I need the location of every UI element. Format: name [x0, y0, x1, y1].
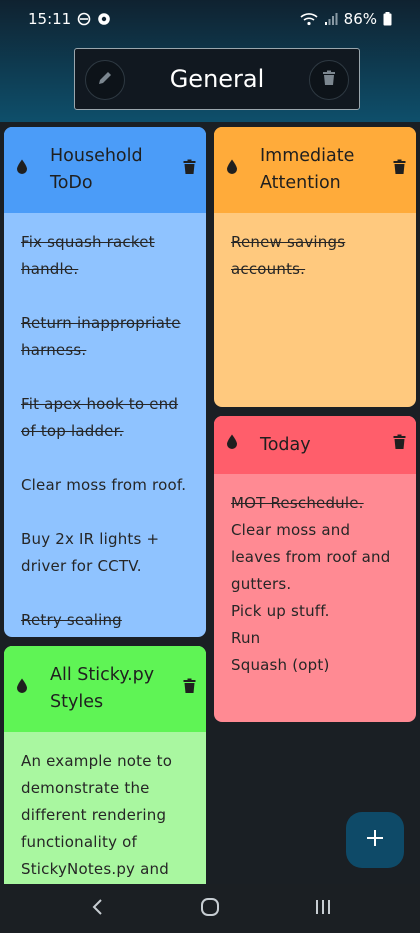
plus-icon	[366, 829, 384, 851]
settings-gear-icon	[97, 12, 111, 26]
battery-icon	[383, 12, 392, 26]
note-title: All Sticky.py Styles	[50, 665, 155, 712]
delete-board-button[interactable]	[309, 60, 349, 100]
note-line: harness.	[21, 341, 87, 359]
note-line: Clear moss from roof.	[21, 476, 187, 494]
note-line: Retry sealing exhaust.	[21, 611, 122, 629]
note-title: Today	[260, 434, 311, 455]
note-line: driver for CCTV.	[21, 557, 142, 575]
note-today[interactable]: Today MOT Reschedule. Clear moss and lea…	[214, 416, 416, 722]
note-line: handle.	[21, 260, 79, 278]
note-line: Buy 2x IR lights +	[21, 530, 160, 548]
note-line: StickyNotes.py and	[21, 860, 169, 878]
trash-icon[interactable]	[393, 157, 406, 184]
trash-icon[interactable]	[183, 676, 196, 703]
drop-icon[interactable]	[226, 157, 238, 184]
notes-board: Household ToDo Fix squash racket handle.…	[0, 122, 420, 884]
board-title-box: General	[74, 48, 360, 110]
note-line: Return inappropriate	[21, 314, 181, 332]
note-line: Squash (opt)	[231, 656, 330, 674]
note-line: Renew savings	[231, 233, 346, 251]
note-header[interactable]: Immediate Attention	[214, 127, 416, 213]
note-line: An example note to	[21, 752, 173, 770]
note-body[interactable]: MOT Reschedule. Clear moss and leaves fr…	[214, 474, 416, 679]
note-line: MOT Reschedule.	[231, 494, 364, 512]
board-title: General	[169, 65, 265, 93]
sync-icon	[77, 12, 91, 26]
note-immediate-attention[interactable]: Immediate Attention Renew savings accoun…	[214, 127, 416, 407]
status-time: 15:11	[28, 10, 72, 28]
trash-icon[interactable]	[183, 157, 196, 184]
note-body[interactable]: An example note to demonstrate the diffe…	[4, 732, 206, 883]
note-body[interactable]: Renew savings accounts.	[214, 213, 416, 283]
note-header[interactable]: Household ToDo	[4, 127, 206, 213]
drop-icon[interactable]	[16, 157, 28, 184]
note-line: accounts.	[231, 260, 306, 278]
note-line: Fix squash racket	[21, 233, 155, 251]
note-line: Clear moss and	[231, 521, 351, 539]
drop-icon[interactable]	[226, 432, 238, 459]
note-line: Fit apex hook to end	[21, 395, 179, 413]
note-header[interactable]: All Sticky.py Styles	[4, 646, 206, 732]
nav-home-button[interactable]	[180, 889, 240, 929]
wifi-icon	[300, 12, 318, 26]
note-line: Pick up stuff.	[231, 602, 330, 620]
note-body[interactable]: Fix squash racket handle. Return inappro…	[4, 213, 206, 637]
note-title: Household ToDo	[50, 146, 143, 193]
back-chevron-icon	[91, 898, 103, 920]
note-line: demonstrate the	[21, 779, 150, 797]
signal-icon	[324, 12, 338, 26]
battery-percent: 86%	[343, 10, 377, 28]
note-line: Run	[231, 629, 261, 647]
note-line: leaves from roof and	[231, 548, 391, 566]
note-line: different rendering	[21, 806, 167, 824]
nav-recents-button[interactable]	[293, 889, 353, 929]
note-line: functionality of	[21, 833, 137, 851]
note-line: of top ladder.	[21, 422, 124, 440]
note-title: Immediate Attention	[260, 146, 355, 193]
trash-icon	[322, 70, 336, 90]
note-header[interactable]: Today	[214, 416, 416, 474]
note-line: gutters.	[231, 575, 292, 593]
system-nav-bar	[0, 884, 420, 933]
drop-icon[interactable]	[16, 676, 28, 703]
edit-board-button[interactable]	[85, 60, 125, 100]
nav-back-button[interactable]	[67, 889, 127, 929]
trash-icon[interactable]	[393, 432, 406, 459]
status-bar: 15:11 86%	[0, 0, 420, 38]
note-all-sticky-styles[interactable]: All Sticky.py Styles An example note to …	[4, 646, 206, 884]
recents-icon	[314, 898, 332, 920]
home-circle-icon	[200, 897, 220, 921]
pencil-icon	[97, 70, 113, 90]
add-note-button[interactable]	[346, 812, 404, 868]
note-household-todo[interactable]: Household ToDo Fix squash racket handle.…	[4, 127, 206, 637]
